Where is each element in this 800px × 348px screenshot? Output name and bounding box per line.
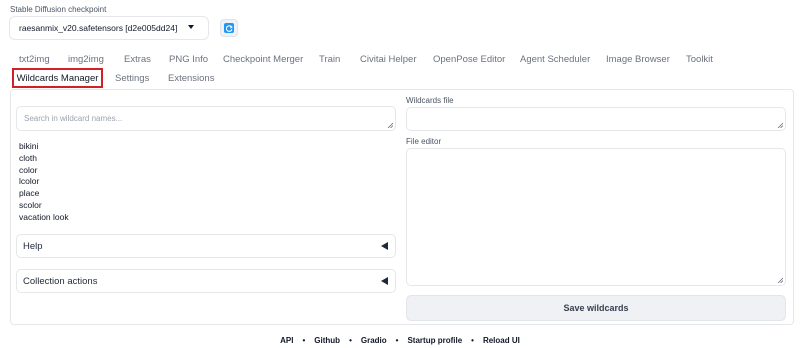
footer-separator: • — [471, 336, 474, 345]
collection-actions-label: Collection actions — [23, 275, 98, 287]
footer-separator: • — [302, 336, 306, 345]
tab-checkpoint-merger[interactable]: Checkpoint Merger — [223, 54, 303, 65]
tab-openpose-editor[interactable]: OpenPose Editor — [433, 54, 505, 65]
list-item[interactable]: bikini — [19, 141, 69, 153]
list-item[interactable]: place — [19, 188, 69, 200]
file-editor-label: File editor — [406, 137, 442, 146]
wildcard-list: bikini cloth color lcolor place scolor v… — [19, 141, 69, 224]
footer-link-startup-profile[interactable]: Startup profile — [407, 336, 462, 345]
checkpoint-select[interactable]: raesanmix_v20.safetensors [d2e005dd24] — [9, 16, 209, 40]
tab-settings[interactable]: Settings — [115, 73, 149, 84]
checkpoint-label: Stable Diffusion checkpoint — [10, 5, 107, 14]
tab-toolkit[interactable]: Toolkit — [686, 54, 713, 65]
tab-png-info[interactable]: PNG Info — [169, 54, 208, 65]
chevron-down-icon — [188, 25, 194, 29]
tab-extras[interactable]: Extras — [124, 54, 151, 65]
collapse-triangle-icon — [381, 277, 388, 285]
footer-separator: • — [349, 336, 352, 345]
list-item[interactable]: lcolor — [19, 176, 69, 188]
wildcard-search-input[interactable]: Search in wildcard names... — [16, 106, 396, 131]
tab-wildcards-manager[interactable]: Wildcards Manager — [12, 68, 103, 88]
wildcards-file-label: Wildcards file — [406, 96, 454, 105]
help-label: Help — [23, 240, 43, 252]
tab-image-browser[interactable]: Image Browser — [606, 54, 670, 65]
collapse-triangle-icon — [381, 242, 388, 250]
list-item[interactable]: scolor — [19, 200, 69, 212]
tab-txt2img[interactable]: txt2img — [19, 54, 50, 65]
tab-civitai-helper[interactable]: Civitai Helper — [360, 54, 417, 65]
footer-link-reload-ui[interactable]: Reload UI — [483, 336, 520, 345]
save-wildcards-button[interactable]: Save wildcards — [406, 295, 786, 321]
tab-img2img[interactable]: img2img — [68, 54, 104, 65]
resize-handle-icon[interactable] — [387, 122, 393, 128]
resize-handle-icon[interactable] — [777, 277, 783, 283]
tab-extensions[interactable]: Extensions — [168, 73, 214, 84]
help-accordion[interactable]: Help — [16, 234, 396, 258]
footer: API • Github • Gradio • Startup profile … — [0, 336, 800, 345]
tab-agent-scheduler[interactable]: Agent Scheduler — [520, 54, 590, 65]
checkpoint-value: raesanmix_v20.safetensors [d2e005dd24] — [19, 23, 178, 33]
list-item[interactable]: color — [19, 165, 69, 177]
footer-link-api[interactable]: API — [280, 336, 293, 345]
footer-link-github[interactable]: Github — [314, 336, 340, 345]
refresh-icon — [224, 23, 234, 33]
footer-separator: • — [395, 336, 399, 345]
list-item[interactable]: vacation look — [19, 212, 69, 224]
list-item[interactable]: cloth — [19, 153, 69, 165]
file-editor-textarea[interactable] — [406, 148, 786, 286]
collection-actions-accordion[interactable]: Collection actions — [16, 269, 396, 293]
refresh-checkpoint-button[interactable] — [220, 19, 238, 37]
tab-train[interactable]: Train — [319, 54, 340, 65]
resize-handle-icon[interactable] — [777, 122, 783, 128]
search-placeholder: Search in wildcard names... — [24, 114, 123, 123]
footer-link-gradio[interactable]: Gradio — [361, 336, 387, 345]
wildcards-file-field[interactable] — [406, 107, 786, 131]
